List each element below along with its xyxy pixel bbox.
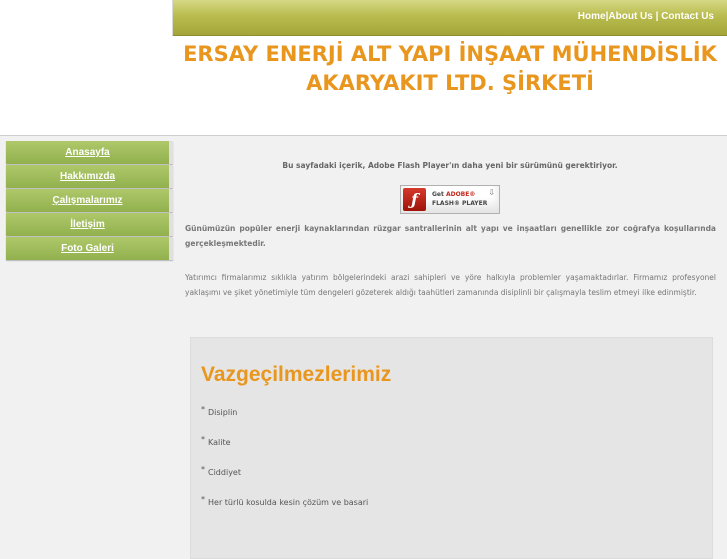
nav-link-contact[interactable]: Contact Us [661, 11, 714, 22]
sidebar-item-hakkimizda[interactable]: Hakkımızda [6, 165, 173, 188]
download-arrow-icon: ⇩ [488, 188, 495, 197]
sidebar-item-iletisim[interactable]: İletişim [6, 213, 173, 236]
values-title: Vazgeçilmezlerimiz [201, 363, 392, 386]
sidebar-menu: Anasayfa Hakkımızda Çalışmalarımız İleti… [6, 141, 173, 261]
sidebar-item-calismalarimiz[interactable]: Çalışmalarımız [6, 189, 173, 212]
list-item: * Kalite [201, 435, 231, 447]
flash-notice: Bu sayfadaki içerik, Adobe Flash Player'… [282, 161, 618, 170]
bullet-icon: * [201, 465, 205, 474]
intro-paragraph: Günümüzün popüler enerji kaynaklarından … [185, 224, 716, 248]
flash-badge-get-label: Get ADOBE® [432, 191, 476, 198]
top-nav-bar: Home|About Us | Contact Us [173, 0, 727, 36]
site-title-line2: AKARYAKIT LTD. ŞİRKETİ [306, 71, 594, 95]
bullet-icon: * [201, 495, 205, 504]
flash-logo-icon: ƒ [403, 188, 426, 211]
main-content: Bu sayfadaki içerik, Adobe Flash Player'… [173, 137, 727, 559]
nav-link-about[interactable]: About Us [608, 11, 652, 22]
top-left-blank [0, 0, 173, 36]
sidebar-item-anasayfa[interactable]: Anasayfa [6, 141, 173, 164]
nav-link-home[interactable]: Home [578, 11, 606, 22]
site-title-line1: ERSAY ENERJİ ALT YAPI İNŞAAT MÜHENDİSLİK [183, 42, 717, 66]
bullet-icon: * [201, 405, 205, 414]
sidebar-item-foto-galeri[interactable]: Foto Galeri [6, 237, 173, 260]
flash-badge-product-label: FLASH® PLAYER [432, 200, 488, 207]
bullet-icon: * [201, 435, 205, 444]
company-paragraph: Yatırımcı firmalarımız sıklıkla yatırım … [185, 273, 716, 297]
list-item: * Disiplin [201, 405, 238, 417]
get-flash-player-button[interactable]: ƒ Get ADOBE® FLASH® PLAYER ⇩ [400, 185, 500, 214]
list-item: * Ciddiyet [201, 465, 241, 477]
values-box: Vazgeçilmezlerimiz * Disiplin * Kalite * Ci… [190, 337, 713, 559]
nav-separator: | [652, 11, 662, 22]
list-item: * Her türlü kosulda kesin çözüm ve basari [201, 495, 369, 507]
site-header: ERSAY ENERJİ ALT YAPI İNŞAAT MÜHENDİSLİK… [0, 36, 727, 136]
